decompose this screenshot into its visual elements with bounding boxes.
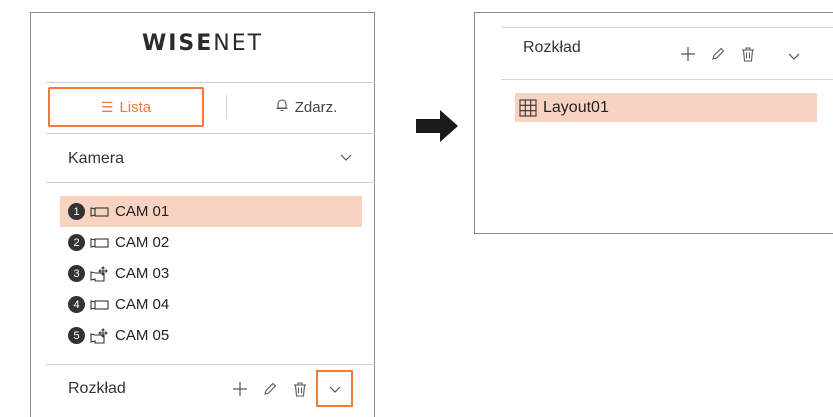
camera-label: CAM 04: [115, 296, 170, 313]
list-icon: ☰: [100, 98, 114, 115]
camera-list-item[interactable]: 3 CAM 03: [60, 258, 362, 289]
tab-lista-label: Lista: [119, 98, 152, 116]
camera-number-badge: 3: [68, 265, 85, 282]
camera-label: CAM 03: [115, 265, 170, 282]
layout-section-title-right: Rozkład: [523, 39, 581, 56]
camera-label: CAM 01: [115, 203, 170, 220]
trash-icon[interactable]: [740, 46, 756, 62]
trash-icon[interactable]: [292, 381, 308, 397]
camera-number-badge: 2: [68, 234, 85, 251]
layout-toolbar: [232, 381, 322, 397]
layout-expand-button[interactable]: [316, 370, 353, 407]
ptz-camera-icon: [90, 327, 108, 344]
chevron-down-icon[interactable]: [339, 150, 353, 164]
camera-number-badge: 1: [68, 203, 85, 220]
tab-zdarz[interactable]: Zdarz.: [241, 87, 371, 127]
camera-section-title: Kamera: [68, 150, 125, 167]
layout-divider: [46, 364, 375, 365]
layout-list-item[interactable]: Layout01: [515, 93, 817, 122]
arrow-right-icon: [416, 110, 458, 142]
right-panel-top-divider: [501, 27, 833, 28]
chevron-down-icon: [329, 386, 340, 393]
wisenet-logo: WISENET: [31, 31, 374, 56]
chevron-down-icon[interactable]: [787, 49, 801, 63]
tab-separator: [226, 95, 227, 119]
right-panel: Rozkład Layout01: [474, 12, 833, 234]
camera-label: CAM 05: [115, 327, 170, 344]
layout-section-title: Rozkład: [68, 380, 126, 397]
bell-icon: [275, 98, 289, 116]
camera-list-item[interactable]: 2 CAM 02: [60, 227, 362, 258]
logo-net: NET: [213, 31, 264, 56]
tab-zdarz-label: Zdarz.: [294, 98, 338, 116]
camera-icon: [90, 299, 109, 310]
ptz-camera-icon: [90, 265, 108, 282]
plus-icon[interactable]: [232, 381, 248, 397]
camera-list: 1 CAM 01 2 CAM 02 3 CAM 03 4 CAM 04 5 CA…: [60, 196, 362, 351]
layout-label: Layout01: [543, 98, 609, 116]
camera-number-badge: 5: [68, 327, 85, 344]
camera-label: CAM 02: [115, 234, 170, 251]
pencil-icon[interactable]: [262, 381, 278, 397]
camera-icon: [90, 237, 109, 248]
camera-icon: [90, 206, 109, 217]
tab-bar: ☰ Lista Zdarz.: [46, 82, 375, 134]
layout-toolbar-right: [680, 46, 770, 62]
logo-wise: WISE: [141, 31, 214, 56]
grid-icon: [519, 98, 537, 117]
camera-list-item[interactable]: 1 CAM 01: [60, 196, 362, 227]
camera-divider: [46, 182, 375, 183]
tab-lista[interactable]: ☰ Lista: [48, 87, 204, 127]
pencil-icon[interactable]: [710, 46, 726, 62]
right-panel-header-divider: [501, 79, 833, 80]
camera-number-badge: 4: [68, 296, 85, 313]
camera-list-item[interactable]: 5 CAM 05: [60, 320, 362, 351]
camera-section-header[interactable]: Kamera: [46, 137, 375, 181]
plus-icon[interactable]: [680, 46, 696, 62]
camera-list-item[interactable]: 4 CAM 04: [60, 289, 362, 320]
